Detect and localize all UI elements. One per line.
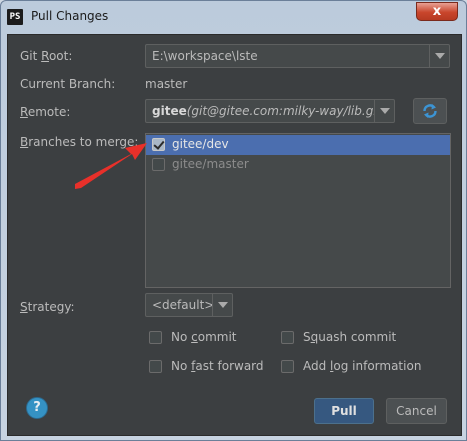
dialog-window: PS Pull Changes x Git Root: E:\workspace…	[0, 0, 467, 441]
red-arrow-annotation	[75, 143, 147, 189]
